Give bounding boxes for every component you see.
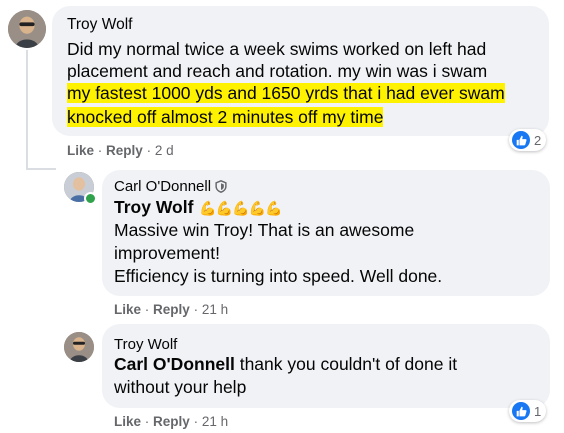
highlight-marker: knocked off almost 2 minutes off my time [67, 107, 384, 127]
reply-author[interactable]: Troy Wolf [114, 336, 177, 353]
reply-actions: Like · Reply · 21 h [114, 302, 228, 317]
reply-text: thank you couldn't of done it [234, 354, 458, 374]
comment-text-line: placement and reach and rotation. my win… [67, 61, 488, 81]
timestamp[interactable]: 21 h [202, 302, 228, 317]
flexed-biceps-emoji-icon: 💪💪💪💪💪 [199, 200, 282, 216]
reply-link[interactable]: Reply [106, 143, 143, 158]
separator: · [193, 302, 199, 317]
reaction-count: 2 [534, 132, 542, 148]
mention-link[interactable]: Troy Wolf [114, 197, 193, 217]
separator: · [193, 414, 199, 429]
comment-text-line-highlighted: my fastest 1000 yds and 1650 yrds that i… [67, 82, 505, 104]
avatar-troy-wolf[interactable] [64, 332, 94, 362]
like-link[interactable]: Like [67, 143, 94, 158]
separator: · [146, 143, 152, 158]
comment-text-line-highlighted: knocked off almost 2 minutes off my time [67, 106, 384, 128]
comment-actions: Like · Reply · 2 d [67, 143, 174, 158]
shield-badge-icon [215, 180, 227, 197]
reply-text-line: Carl O'Donnell thank you couldn't of don… [114, 353, 457, 375]
comment-text-line: Did my normal twice a week swims worked … [67, 39, 487, 59]
reply-link[interactable]: Reply [153, 302, 190, 317]
mention-link[interactable]: Carl O'Donnell [114, 354, 235, 374]
reply-actions: Like · Reply · 21 h [114, 414, 228, 429]
reaction-count-badge[interactable]: 1 [509, 400, 547, 422]
like-reaction-icon [512, 131, 530, 149]
reply-author[interactable]: Carl O'Donnell [114, 178, 227, 197]
avatar-troy-wolf[interactable] [8, 10, 46, 48]
reply-mention-line: Troy Wolf 💪💪💪💪💪 [114, 196, 283, 219]
reaction-count-badge[interactable]: 2 [509, 129, 547, 151]
reply-text-line: improvement! [114, 243, 221, 263]
author-name[interactable]: Carl O'Donnell [114, 178, 211, 195]
timestamp[interactable]: 2 d [155, 143, 174, 158]
reply-text-line: Massive win Troy! That is an awesome [114, 220, 415, 240]
highlight-marker: my fastest 1000 yds and 1650 yrds that i… [67, 83, 505, 103]
thread-line [26, 50, 28, 170]
reply-text-line: without your help [114, 377, 247, 397]
separator: · [144, 302, 150, 317]
avatar-image [8, 10, 46, 48]
reply-text-line: Efficiency is turning into speed. Well d… [114, 266, 443, 286]
online-status-indicator [84, 192, 97, 205]
like-reaction-icon [512, 402, 530, 420]
separator: · [97, 143, 103, 158]
reply-link[interactable]: Reply [153, 414, 190, 429]
thread-branch-line [26, 168, 56, 170]
separator: · [144, 414, 150, 429]
reaction-count: 1 [534, 403, 542, 419]
like-link[interactable]: Like [114, 414, 141, 429]
avatar-image [64, 332, 94, 362]
comment-author[interactable]: Troy Wolf [67, 16, 132, 34]
like-link[interactable]: Like [114, 302, 141, 317]
timestamp[interactable]: 21 h [202, 414, 228, 429]
